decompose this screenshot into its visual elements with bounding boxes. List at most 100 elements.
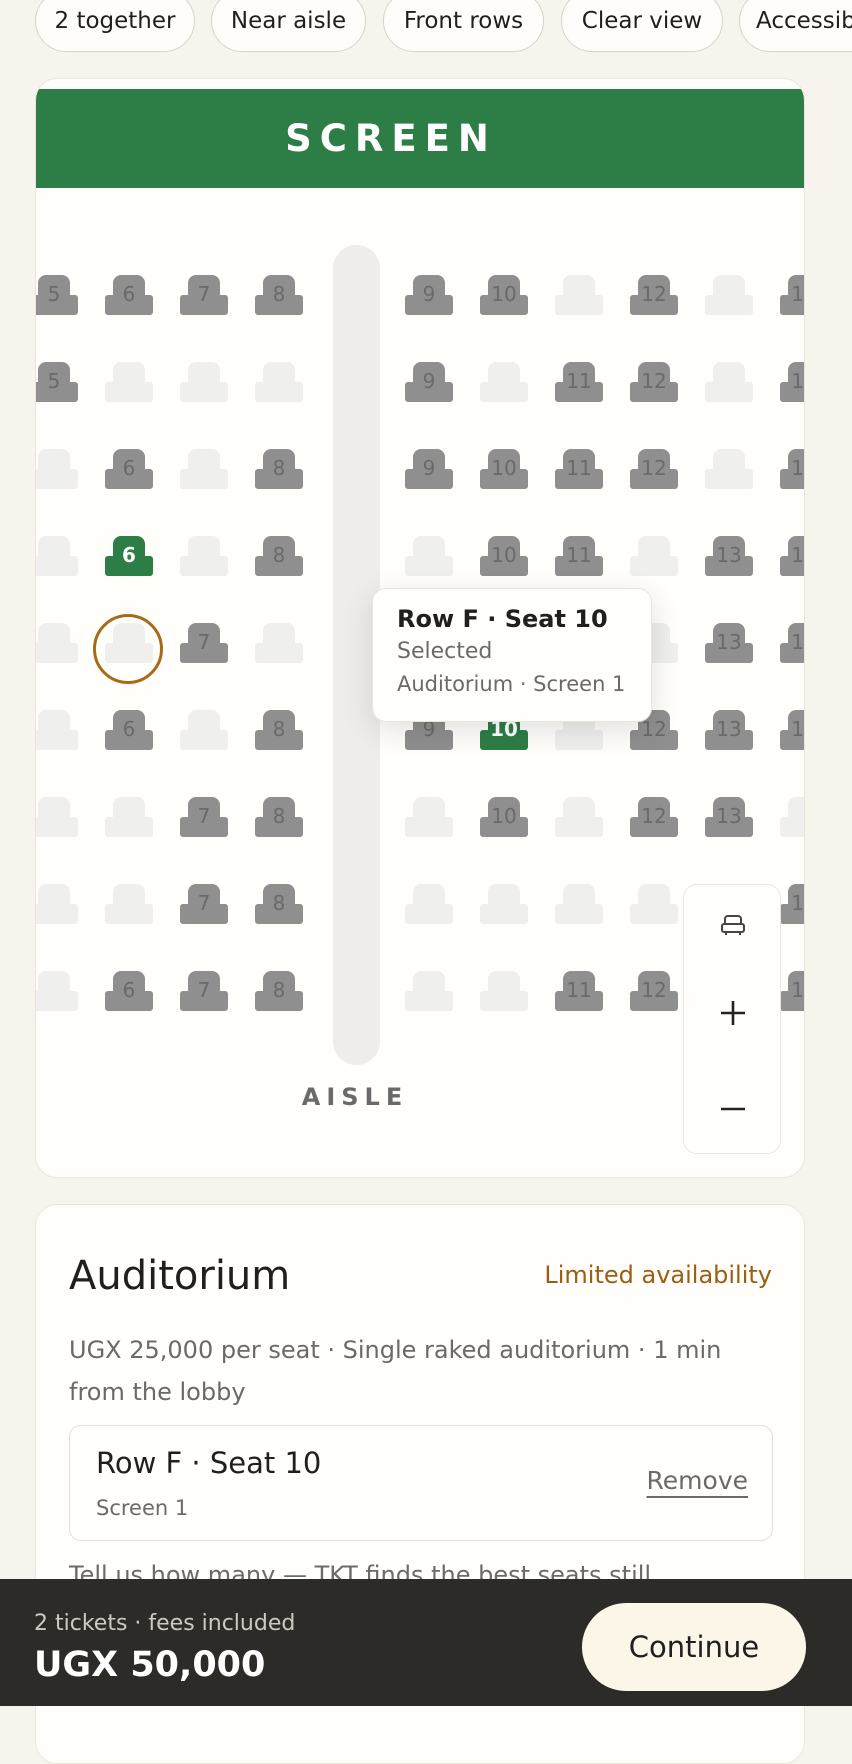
seat-number: 6 — [122, 543, 136, 567]
seat[interactable]: 7 — [177, 965, 231, 1019]
filter-chip-accessible[interactable]: Accessible — [739, 0, 852, 52]
seat[interactable] — [702, 443, 756, 497]
seat[interactable] — [36, 791, 81, 845]
seat[interactable]: 14 — [777, 356, 804, 410]
seat[interactable] — [36, 443, 81, 497]
seat[interactable]: 13 — [702, 704, 756, 758]
seat[interactable]: 5 — [36, 356, 81, 410]
seat[interactable]: 9 — [402, 356, 456, 410]
seat[interactable] — [627, 530, 681, 584]
zoom-out-button[interactable] — [684, 1069, 782, 1149]
seat-number: 13 — [716, 717, 742, 741]
seat-icon — [36, 710, 78, 750]
filter-chip-2-together[interactable]: 2 together — [35, 0, 195, 52]
seat-icon — [105, 797, 153, 837]
seat[interactable]: 14 — [777, 269, 804, 323]
seat[interactable]: 14 — [777, 704, 804, 758]
seat[interactable] — [177, 530, 231, 584]
seat[interactable]: 12 — [627, 791, 681, 845]
seat[interactable]: 12 — [627, 965, 681, 1019]
filter-chip-front-rows[interactable]: Front rows — [383, 0, 544, 52]
seat[interactable]: 8 — [252, 443, 306, 497]
remove-seat-link[interactable]: Remove — [647, 1466, 748, 1495]
seat[interactable]: 10 — [477, 791, 531, 845]
seat[interactable]: 7 — [177, 791, 231, 845]
seat[interactable]: 8 — [252, 791, 306, 845]
seat[interactable]: 13 — [702, 791, 756, 845]
seat[interactable]: 14 — [777, 617, 804, 671]
seat[interactable] — [252, 356, 306, 410]
seat[interactable]: 13 — [702, 530, 756, 584]
seat-number: 9 — [422, 456, 436, 480]
seat-icon — [36, 971, 78, 1011]
seat[interactable]: 6 — [102, 443, 156, 497]
seat[interactable] — [402, 878, 456, 932]
seat[interactable]: 6 — [102, 530, 156, 584]
seat[interactable] — [402, 965, 456, 1019]
seat[interactable]: 11 — [552, 443, 606, 497]
seat[interactable]: 10 — [477, 530, 531, 584]
seat[interactable]: 9 — [402, 269, 456, 323]
continue-button[interactable]: Continue — [582, 1603, 806, 1691]
seat[interactable] — [102, 791, 156, 845]
seat[interactable] — [552, 791, 606, 845]
seat[interactable]: 5 — [36, 269, 81, 323]
seat[interactable] — [252, 617, 306, 671]
filter-chip-near-aisle[interactable]: Near aisle — [211, 0, 366, 52]
seat[interactable]: 6 — [102, 965, 156, 1019]
seat[interactable] — [177, 356, 231, 410]
seat[interactable] — [702, 269, 756, 323]
seat[interactable]: 10 — [477, 443, 531, 497]
zoom-in-button[interactable] — [684, 973, 782, 1053]
seat-number: 13 — [716, 543, 742, 567]
tooltip-location: Auditorium · Screen 1 — [397, 672, 626, 696]
seat[interactable] — [36, 965, 81, 1019]
seat-number: 8 — [272, 804, 286, 828]
seat[interactable]: 8 — [252, 878, 306, 932]
seat[interactable] — [702, 356, 756, 410]
seat[interactable]: 12 — [627, 269, 681, 323]
seat-icon — [36, 884, 78, 924]
seat[interactable]: 11 — [552, 965, 606, 1019]
seat[interactable] — [552, 269, 606, 323]
seat[interactable]: 8 — [252, 530, 306, 584]
seat[interactable]: 10 — [477, 269, 531, 323]
seat[interactable]: 9 — [402, 443, 456, 497]
seat[interactable]: 12 — [627, 356, 681, 410]
seat[interactable] — [177, 704, 231, 758]
seat[interactable] — [777, 791, 804, 845]
filter-chip-clear-view[interactable]: Clear view — [561, 0, 723, 52]
seat[interactable] — [102, 356, 156, 410]
seat[interactable] — [36, 617, 81, 671]
seat[interactable]: 8 — [252, 965, 306, 1019]
seat-number: 9 — [422, 282, 436, 306]
seat[interactable] — [402, 791, 456, 845]
seat[interactable] — [477, 878, 531, 932]
seat-icon — [555, 884, 603, 924]
seat[interactable]: 8 — [252, 704, 306, 758]
seat[interactable] — [402, 530, 456, 584]
seat[interactable]: 14 — [777, 443, 804, 497]
seat-view-button[interactable] — [684, 885, 782, 965]
seat[interactable] — [177, 443, 231, 497]
seat[interactable]: 11 — [552, 356, 606, 410]
seat[interactable] — [477, 356, 531, 410]
seat[interactable]: 6 — [102, 269, 156, 323]
seat[interactable]: 6 — [102, 704, 156, 758]
seat[interactable] — [102, 878, 156, 932]
seat[interactable] — [477, 965, 531, 1019]
seat[interactable]: 11 — [552, 530, 606, 584]
seat[interactable] — [36, 878, 81, 932]
seat[interactable] — [552, 878, 606, 932]
seat[interactable] — [627, 878, 681, 932]
seat[interactable] — [36, 530, 81, 584]
seat[interactable]: 8 — [252, 269, 306, 323]
seat[interactable]: 7 — [177, 269, 231, 323]
seat[interactable] — [36, 704, 81, 758]
seat[interactable]: 7 — [177, 878, 231, 932]
seat[interactable]: 13 — [702, 617, 756, 671]
seat-number: 12 — [641, 369, 667, 393]
seat[interactable]: 14 — [777, 530, 804, 584]
seat[interactable]: 7 — [177, 617, 231, 671]
seat[interactable]: 12 — [627, 443, 681, 497]
